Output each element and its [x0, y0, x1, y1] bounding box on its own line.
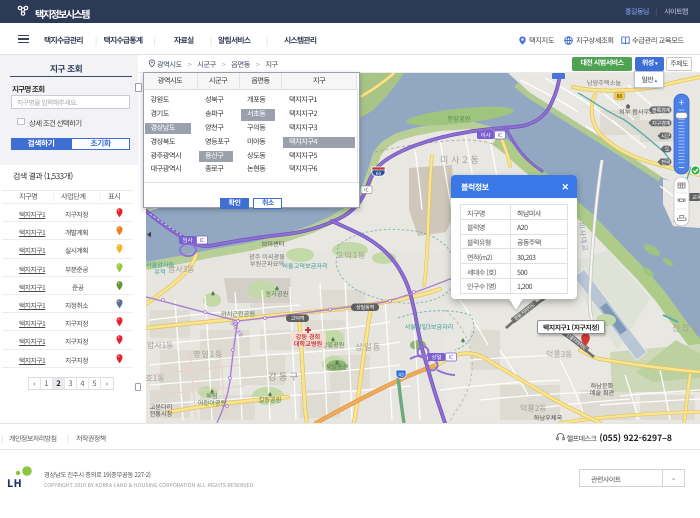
svg-text:서울강일3보금자리: 서울강일3보금자리 — [405, 322, 454, 331]
svg-text:고덕1동: 고덕1동 — [336, 250, 367, 261]
svg-text:한강공원: 한강공원 — [448, 114, 471, 123]
svg-text:강동구: 강동구 — [268, 369, 300, 383]
svg-text:예술 회관: 예술 회관 — [590, 388, 615, 397]
svg-text:명일1동: 명일1동 — [193, 349, 224, 360]
svg-text:+: + — [679, 94, 685, 109]
svg-text:IC: IC — [364, 187, 369, 194]
svg-text:서울고덕보금자리: 서울고덕보금자리 — [282, 261, 328, 270]
svg-text:상일: 상일 — [431, 353, 441, 361]
svg-text:임사: 임사 — [182, 236, 192, 244]
svg-text:신장동: 신장동 — [672, 322, 700, 334]
svg-text:미사: 미사 — [480, 131, 490, 139]
svg-text:시군: 시군 — [661, 132, 671, 140]
svg-text:천호1동: 천호1동 — [146, 373, 165, 384]
svg-text:IC: IC — [497, 131, 503, 139]
svg-text:IC: IC — [448, 353, 454, 361]
svg-text:미사2동: 미사2동 — [440, 153, 482, 166]
svg-text:IC: IC — [199, 236, 205, 244]
svg-text:상일동: 상일동 — [355, 341, 381, 353]
svg-text:외부 음사우스: 외부 음사우스 — [619, 107, 655, 116]
svg-text:어린이공원: 어린이공원 — [198, 398, 227, 407]
svg-text:−: − — [679, 159, 685, 174]
svg-text:암사1동: 암사1동 — [147, 340, 174, 351]
svg-text:지구경계: 지구경계 — [652, 119, 671, 127]
svg-text:43: 43 — [398, 372, 404, 379]
svg-text:전통시장: 전통시장 — [150, 409, 173, 418]
svg-text:60: 60 — [376, 171, 382, 178]
svg-text:까치근린공원: 까치근린공원 — [221, 309, 255, 318]
svg-text:블록경계: 블록경계 — [652, 106, 671, 114]
svg-text:교옥: 교옥 — [692, 193, 700, 201]
svg-text:남양주택소늘: 남양주택소늘 — [587, 78, 621, 87]
svg-text:고덕역: 고덕역 — [291, 315, 305, 322]
svg-text:전국: 전국 — [661, 158, 671, 166]
svg-text:덕풍3동: 덕풍3동 — [546, 349, 573, 360]
svg-text:브이센터: 브이센터 — [262, 239, 285, 248]
svg-text:대학교병원: 대학교병원 — [294, 339, 323, 348]
svg-text:상일동역: 상일동역 — [356, 304, 374, 311]
svg-text:도: 도 — [665, 145, 670, 153]
svg-text:하남우체국: 하남우체국 — [534, 413, 563, 422]
svg-text:부원군파묘역: 부원군파묘역 — [250, 259, 284, 268]
svg-text:86: 86 — [616, 92, 622, 100]
svg-text:유적: 유적 — [154, 267, 165, 276]
